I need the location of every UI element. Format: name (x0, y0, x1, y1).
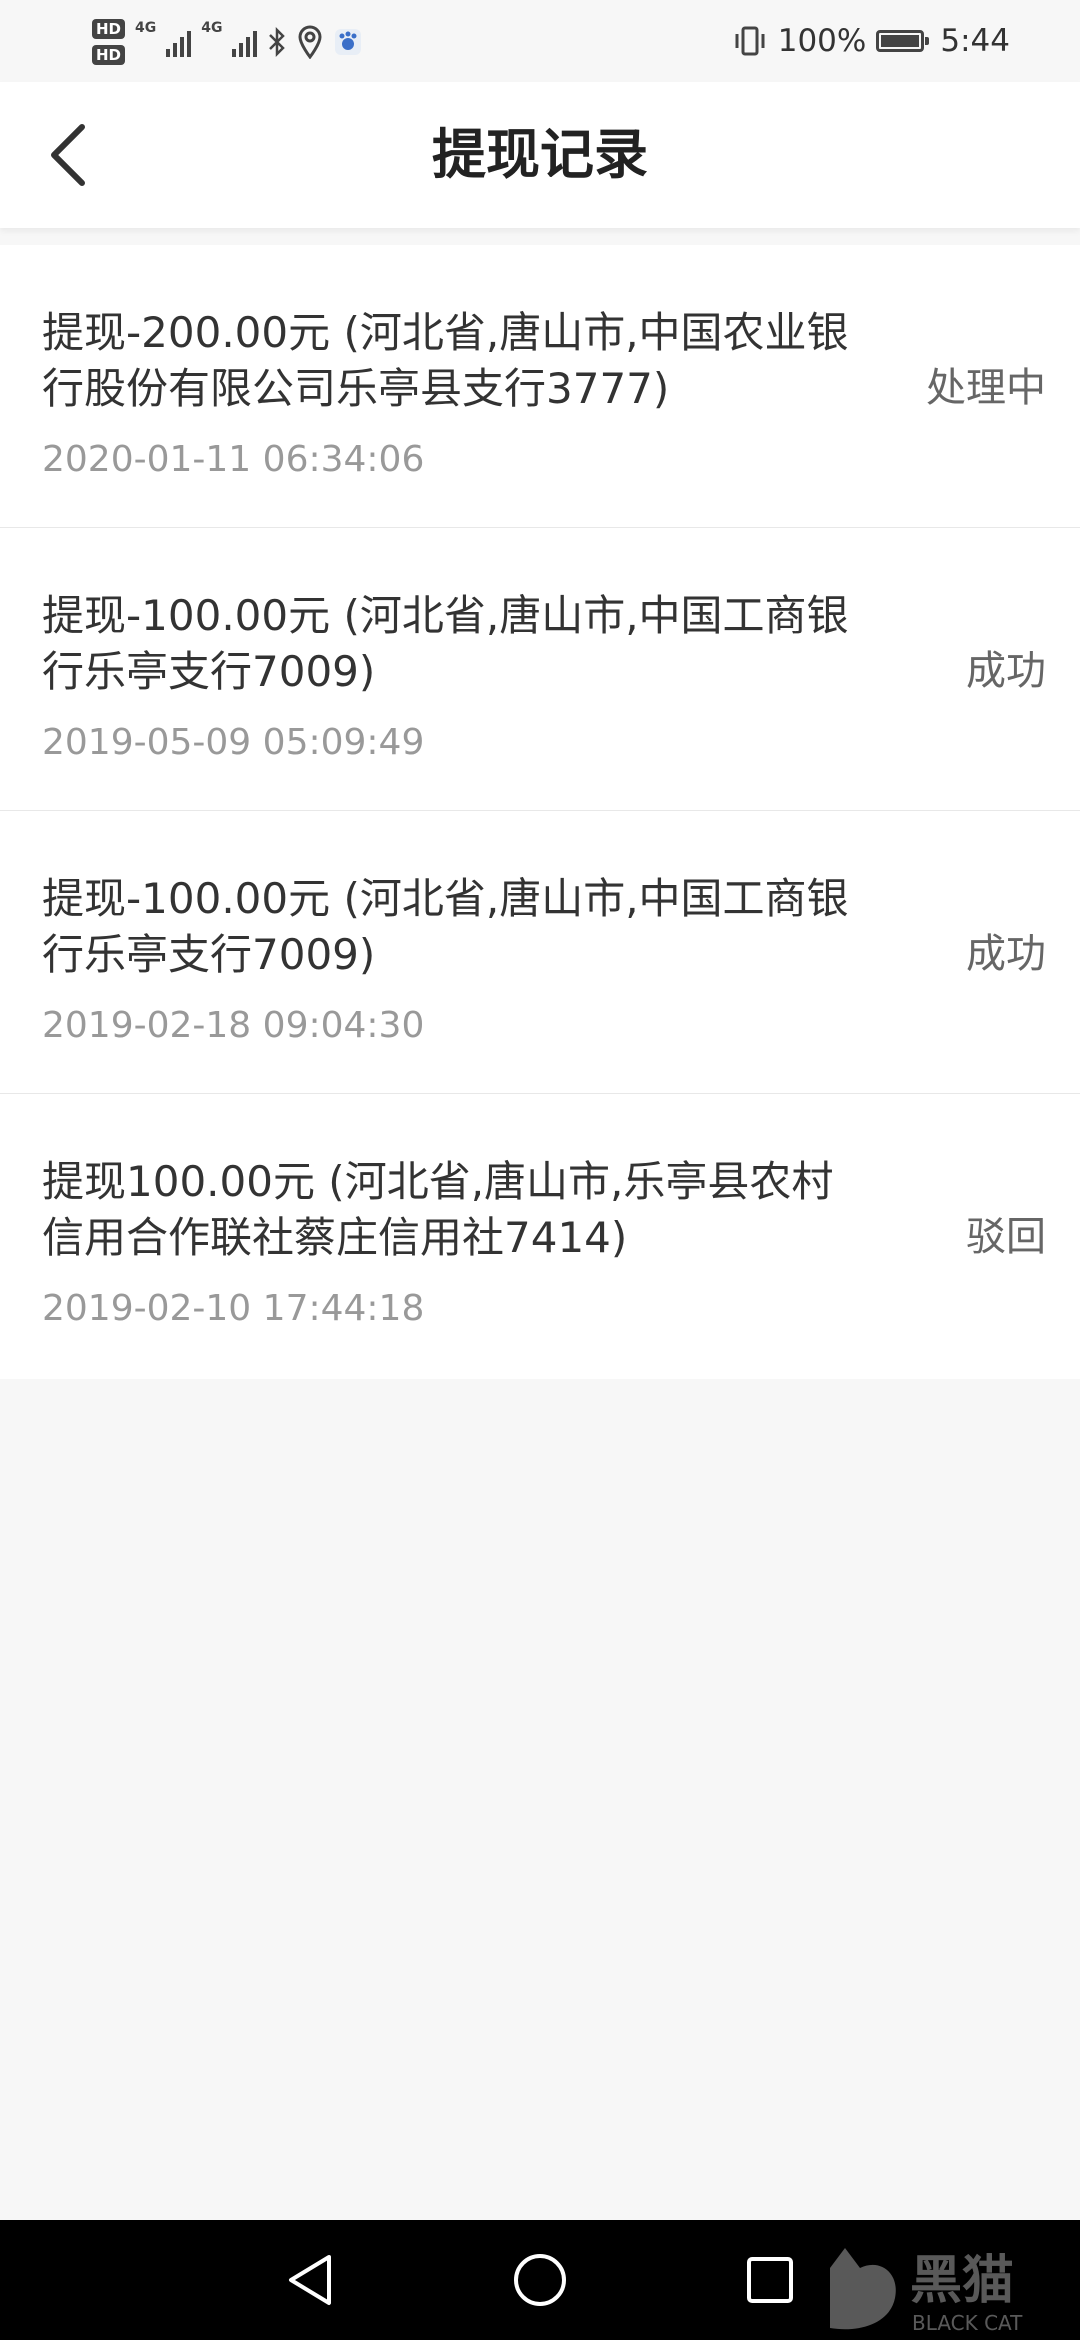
chevron-left-icon (51, 124, 85, 186)
record-status: 处理中 (926, 365, 1046, 411)
record-status: 驳回 (966, 1214, 1046, 1260)
nav-home-button[interactable] (510, 2250, 570, 2310)
clock: 5:44 (940, 23, 1010, 59)
record-description: 提现100.00元 (河北省,唐山市,乐亭县农村信用合作联社蔡庄信用社7414) (42, 1157, 834, 1262)
record-description: 提现-100.00元 (河北省,唐山市,中国工商银行乐亭支行7009) (42, 591, 849, 696)
bluetooth-icon (269, 26, 286, 58)
location-icon (298, 25, 322, 59)
black-cat-watermark: 黑猫 BLACK CAT (830, 2248, 1023, 2335)
record-description: 提现-100.00元 (河北省,唐山市,中国工商银行乐亭支行7009) (42, 874, 849, 979)
record-datetime: 2019-05-09 05:09:49 (42, 722, 425, 763)
header: 提现记录 (0, 82, 1080, 228)
battery-icon (876, 30, 930, 52)
vibrate-icon (735, 26, 765, 56)
square-recents-icon (747, 2257, 793, 2303)
watermark-text: 黑猫 (910, 2251, 1014, 2311)
status-bar: HD HD 4G 4G 100% 5:44 (0, 0, 1080, 82)
app-notification-icon (335, 29, 362, 55)
record-item[interactable]: 提现-100.00元 (河北省,唐山市,中国工商银行乐亭支行7009) 2019… (0, 811, 1080, 1094)
network-type-2: 4G (201, 20, 223, 36)
record-item[interactable]: 提现-200.00元 (河北省,唐山市,中国农业银行股份有限公司乐亭县支行377… (0, 245, 1080, 528)
battery-percent: 100% (777, 23, 867, 59)
nav-back-button[interactable] (280, 2250, 340, 2310)
record-status: 成功 (966, 931, 1046, 977)
network-type-1: 4G (135, 20, 157, 36)
triangle-back-icon (289, 2255, 331, 2305)
back-button[interactable] (28, 110, 108, 200)
hd-indicators: HD HD (92, 19, 126, 65)
status-left-icons: HD HD 4G 4G (92, 14, 363, 70)
record-datetime: 2019-02-10 17:44:18 (42, 1288, 425, 1329)
record-datetime: 2019-02-18 09:04:30 (42, 1005, 425, 1046)
battery-fill (881, 35, 920, 47)
signal-2-icon (232, 27, 258, 57)
circle-home-icon (514, 2254, 566, 2306)
nav-recents-button[interactable] (740, 2250, 800, 2310)
status-right-icons: 100% 5:44 (732, 18, 1010, 64)
record-status: 成功 (966, 648, 1046, 694)
screen: HD HD 4G 4G 100% 5:44 提现记录 提现-200.00元 (河… (0, 0, 1080, 2340)
page-title: 提现记录 (432, 123, 648, 186)
record-item[interactable]: 提现100.00元 (河北省,唐山市,乐亭县农村信用合作联社蔡庄信用社7414)… (0, 1094, 1080, 1379)
record-item[interactable]: 提现-100.00元 (河北省,唐山市,中国工商银行乐亭支行7009) 2019… (0, 528, 1080, 811)
record-datetime: 2020-01-11 06:34:06 (42, 439, 425, 480)
signal-1-icon (166, 27, 192, 57)
record-description: 提现-200.00元 (河北省,唐山市,中国农业银行股份有限公司乐亭县支行377… (42, 308, 849, 413)
hd2-badge: HD (92, 45, 126, 65)
watermark-subtext: BLACK CAT (912, 2311, 1023, 2335)
withdrawal-record-list: 提现-200.00元 (河北省,唐山市,中国农业银行股份有限公司乐亭县支行377… (0, 245, 1080, 1379)
hd1-badge: HD (92, 19, 126, 39)
